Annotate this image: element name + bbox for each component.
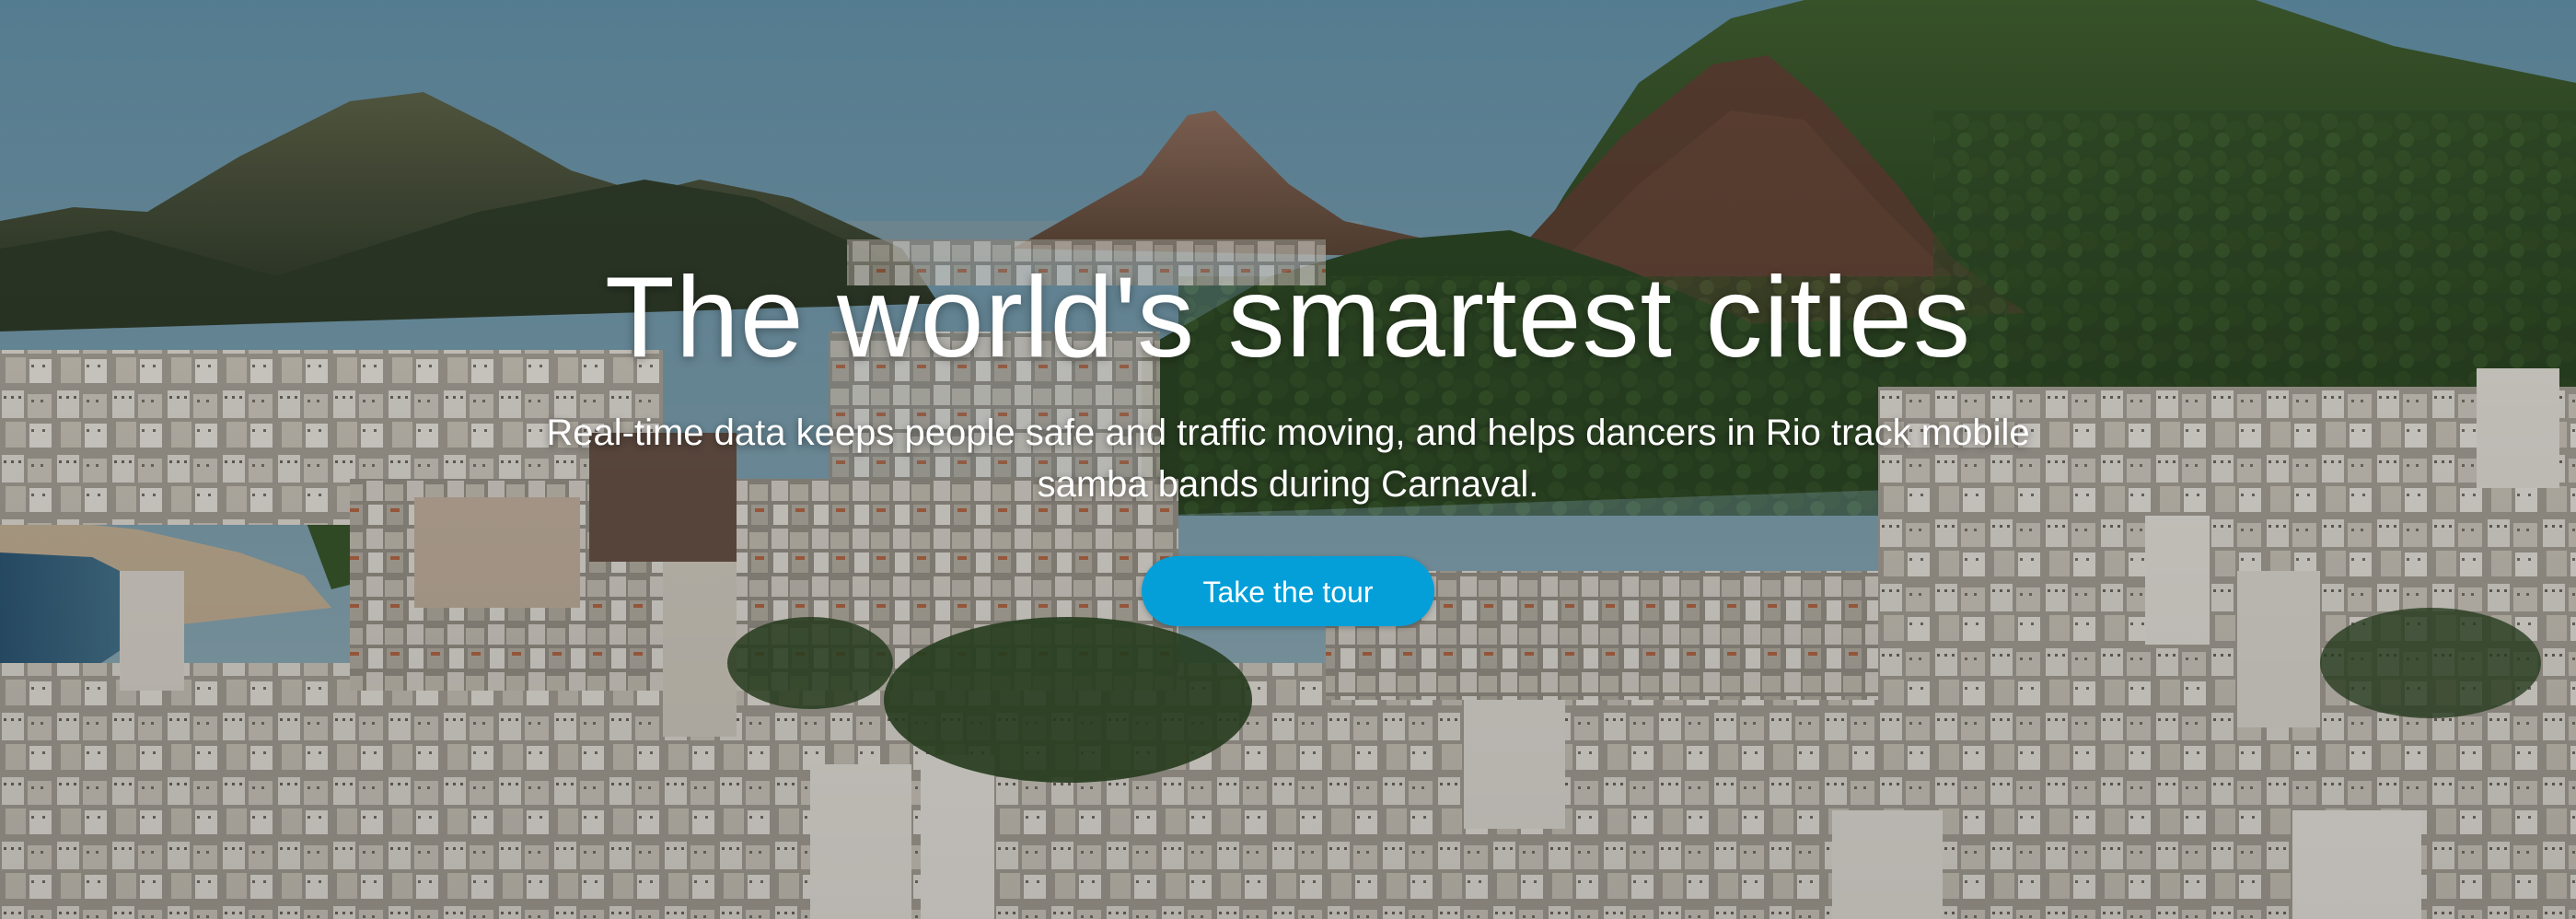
hero-headline: The world's smartest cities <box>605 254 1971 381</box>
hero-subhead: Real-time data keeps people safe and tra… <box>546 413 2030 505</box>
hero-content: The world's smartest cities Real-time da… <box>0 249 2576 626</box>
take-the-tour-button[interactable]: Take the tour <box>1142 556 1434 626</box>
hero-banner: The world's smartest cities Real-time da… <box>0 0 2576 919</box>
